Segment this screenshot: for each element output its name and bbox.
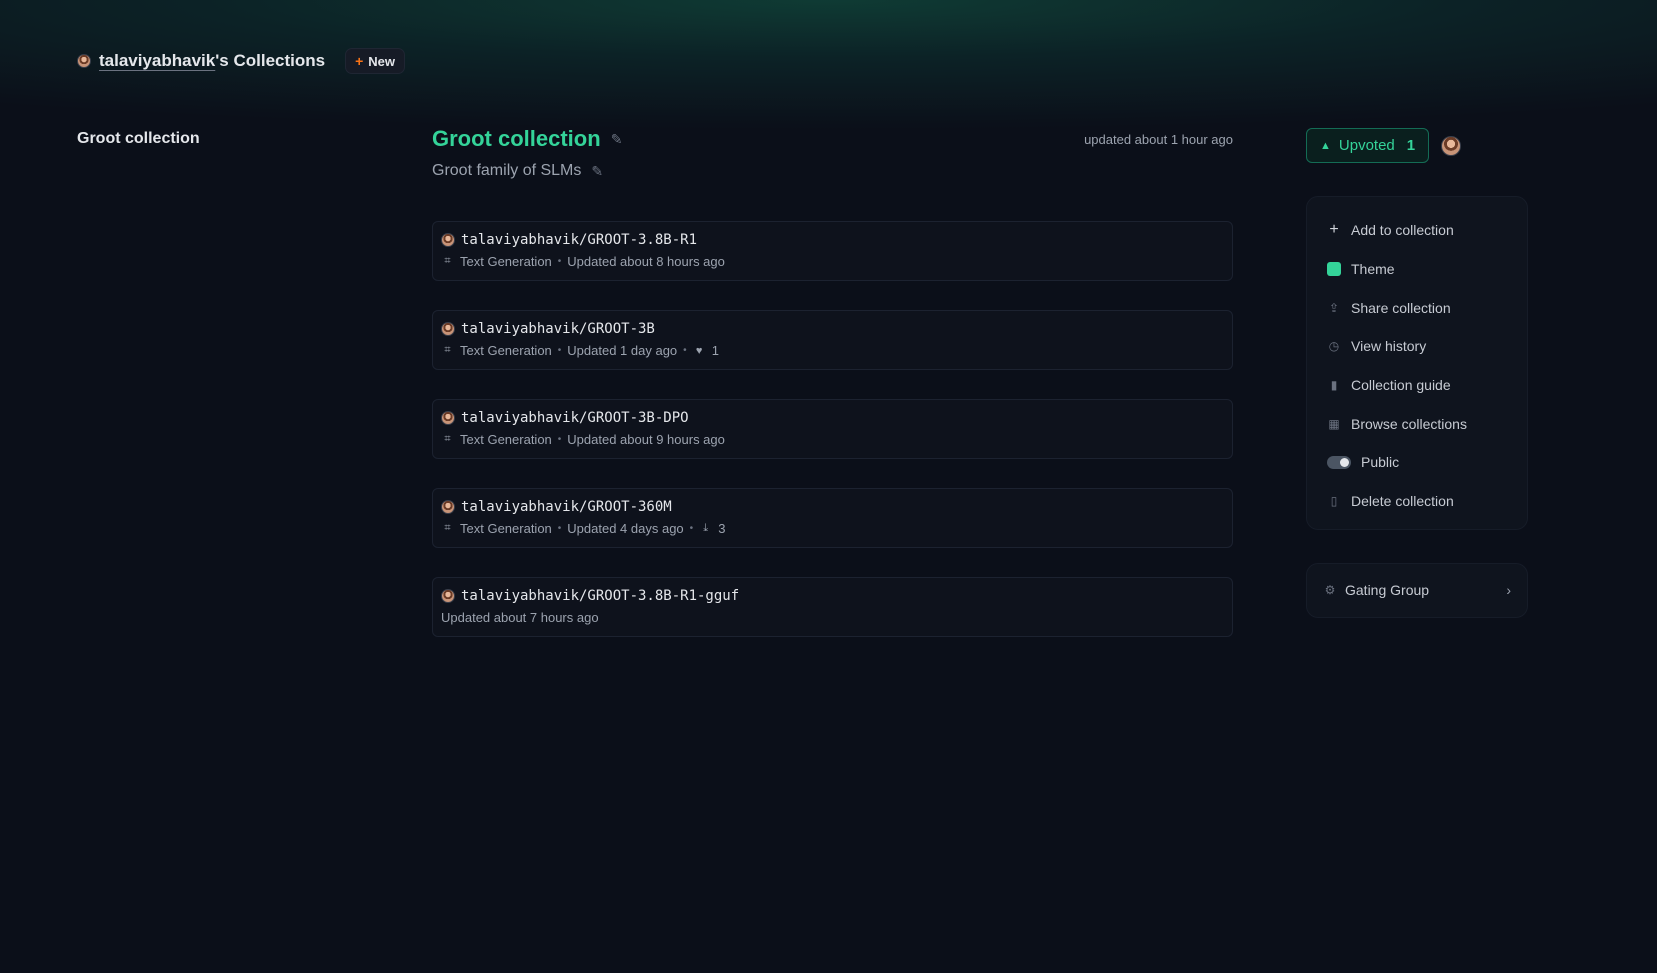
- separator-dot: •: [689, 523, 694, 534]
- separator-dot: •: [557, 256, 562, 267]
- upvote-count: 1: [1406, 137, 1416, 154]
- collection-items: talaviyabhavik/GROOT-3.8B-R1 ⌗ Text Gene…: [432, 221, 1233, 637]
- grid-icon: ▦: [1328, 416, 1340, 431]
- menu-label: Collection guide: [1351, 377, 1451, 394]
- model-downloads: 3: [718, 521, 726, 536]
- menu-label: Share collection: [1351, 299, 1451, 316]
- collection-item[interactable]: talaviyabhavik/GROOT-3.8B-R1-gguf Update…: [432, 577, 1233, 637]
- upvote-label: Upvoted: [1338, 137, 1395, 154]
- username-link[interactable]: talaviyabhavik: [99, 51, 215, 70]
- plus-icon: +: [1329, 221, 1339, 239]
- user-avatar[interactable]: [77, 54, 91, 68]
- heart-icon: ♥: [695, 344, 703, 357]
- theme-button[interactable]: Theme: [1327, 250, 1511, 289]
- triangle-up-icon: ▲: [1320, 139, 1331, 152]
- model-name: talaviyabhavik/GROOT-3.8B-R1: [461, 232, 698, 248]
- sidebar-item-groot-collection[interactable]: Groot collection: [77, 130, 200, 148]
- model-task: Text Generation: [460, 432, 552, 447]
- model-owner-avatar: [441, 233, 455, 247]
- menu-label: Add to collection: [1351, 222, 1454, 239]
- collections-owner-title: talaviyabhavik's Collections: [99, 51, 325, 71]
- model-likes: 1: [711, 343, 719, 358]
- upvote-button[interactable]: ▲ Upvoted 1: [1306, 128, 1430, 163]
- collection-description-row: Groot family of SLMs ✎: [432, 162, 1233, 180]
- model-updated: Updated 1 day ago: [567, 343, 678, 358]
- share-icon: ⇪: [1328, 300, 1340, 315]
- collection-title: Groot collection: [432, 126, 601, 151]
- model-name: talaviyabhavik/GROOT-3B: [461, 321, 655, 337]
- menu-label: Public: [1361, 454, 1400, 471]
- trash-icon: ▯: [1330, 494, 1338, 509]
- collection-item[interactable]: talaviyabhavik/GROOT-3.8B-R1 ⌗ Text Gene…: [432, 221, 1233, 281]
- tag-icon: ⌗: [444, 522, 451, 534]
- separator-dot: •: [683, 345, 687, 356]
- collection-item[interactable]: talaviyabhavik/GROOT-3B-DPO ⌗ Text Gener…: [432, 399, 1233, 459]
- share-collection-button[interactable]: ⇪ Share collection: [1327, 288, 1511, 327]
- gating-label: Gating Group: [1345, 582, 1430, 598]
- menu-label: View history: [1351, 338, 1427, 355]
- new-collection-button[interactable]: + New: [345, 48, 406, 74]
- separator-dot: •: [557, 523, 562, 534]
- pencil-icon[interactable]: ✎: [611, 131, 623, 148]
- separator-dot: •: [557, 434, 562, 445]
- pencil-icon[interactable]: ✎: [591, 163, 603, 180]
- model-updated: Updated about 9 hours ago: [567, 432, 725, 447]
- model-owner-avatar: [441, 411, 455, 425]
- tag-icon: ⌗: [444, 433, 451, 445]
- collection-menu: + Add to collection Theme ⇪ Share collec…: [1306, 196, 1528, 530]
- model-owner-avatar: [441, 589, 455, 603]
- new-label: New: [368, 53, 396, 69]
- separator-dot: •: [557, 345, 562, 356]
- page-header: talaviyabhavik's Collections + New: [77, 48, 406, 74]
- chevron-right-icon: ›: [1506, 582, 1511, 598]
- menu-label: Delete collection: [1351, 493, 1454, 510]
- model-task: Text Generation: [460, 254, 552, 269]
- collection-item[interactable]: talaviyabhavik/GROOT-360M ⌗ Text Generat…: [432, 488, 1233, 548]
- title-suffix: 's Collections: [215, 51, 326, 70]
- view-history-button[interactable]: ◷ View history: [1327, 327, 1511, 366]
- model-name: talaviyabhavik/GROOT-3B-DPO: [461, 410, 689, 426]
- theme-swatch-icon: [1327, 262, 1341, 277]
- gating-group-button[interactable]: ⚙ Gating Group ›: [1306, 562, 1528, 618]
- collection-main: Groot collection ✎ updated about 1 hour …: [432, 126, 1233, 637]
- model-name: talaviyabhavik/GROOT-360M: [461, 499, 672, 515]
- menu-label: Theme: [1351, 261, 1395, 278]
- download-icon: ⤓: [703, 522, 709, 534]
- model-owner-avatar: [441, 322, 455, 336]
- tag-icon: ⌗: [444, 255, 451, 267]
- browse-collections-button[interactable]: ▦ Browse collections: [1327, 404, 1511, 443]
- model-updated: Updated about 8 hours ago: [567, 254, 725, 269]
- gear-icon: ⚙: [1324, 583, 1336, 597]
- book-icon: ▮: [1330, 378, 1338, 393]
- collection-actions: ▲ Upvoted 1 + Add to collection Theme ⇪ …: [1306, 128, 1528, 618]
- model-task: Text Generation: [460, 521, 552, 536]
- model-task: Text Generation: [460, 343, 552, 358]
- delete-collection-button[interactable]: ▯ Delete collection: [1327, 482, 1511, 521]
- collection-description: Groot family of SLMs: [432, 162, 582, 179]
- public-toggle[interactable]: Public: [1327, 443, 1511, 482]
- upvoter-avatar[interactable]: [1441, 135, 1462, 156]
- collection-updated: updated about 1 hour ago: [1084, 132, 1233, 147]
- collection-item[interactable]: talaviyabhavik/GROOT-3B ⌗ Text Generatio…: [432, 310, 1233, 370]
- add-to-collection-button[interactable]: + Add to collection: [1327, 211, 1511, 250]
- collection-guide-button[interactable]: ▮ Collection guide: [1327, 366, 1511, 405]
- clock-icon: ◷: [1328, 339, 1340, 354]
- menu-label: Browse collections: [1351, 415, 1467, 432]
- plus-icon: +: [355, 53, 364, 69]
- model-name: talaviyabhavik/GROOT-3.8B-R1-gguf: [461, 588, 740, 604]
- model-updated: Updated about 7 hours ago: [441, 610, 599, 625]
- toggle-switch[interactable]: [1327, 455, 1351, 469]
- model-updated: Updated 4 days ago: [567, 521, 684, 536]
- model-owner-avatar: [441, 500, 455, 514]
- tag-icon: ⌗: [444, 344, 451, 356]
- upvote-row: ▲ Upvoted 1: [1306, 128, 1528, 163]
